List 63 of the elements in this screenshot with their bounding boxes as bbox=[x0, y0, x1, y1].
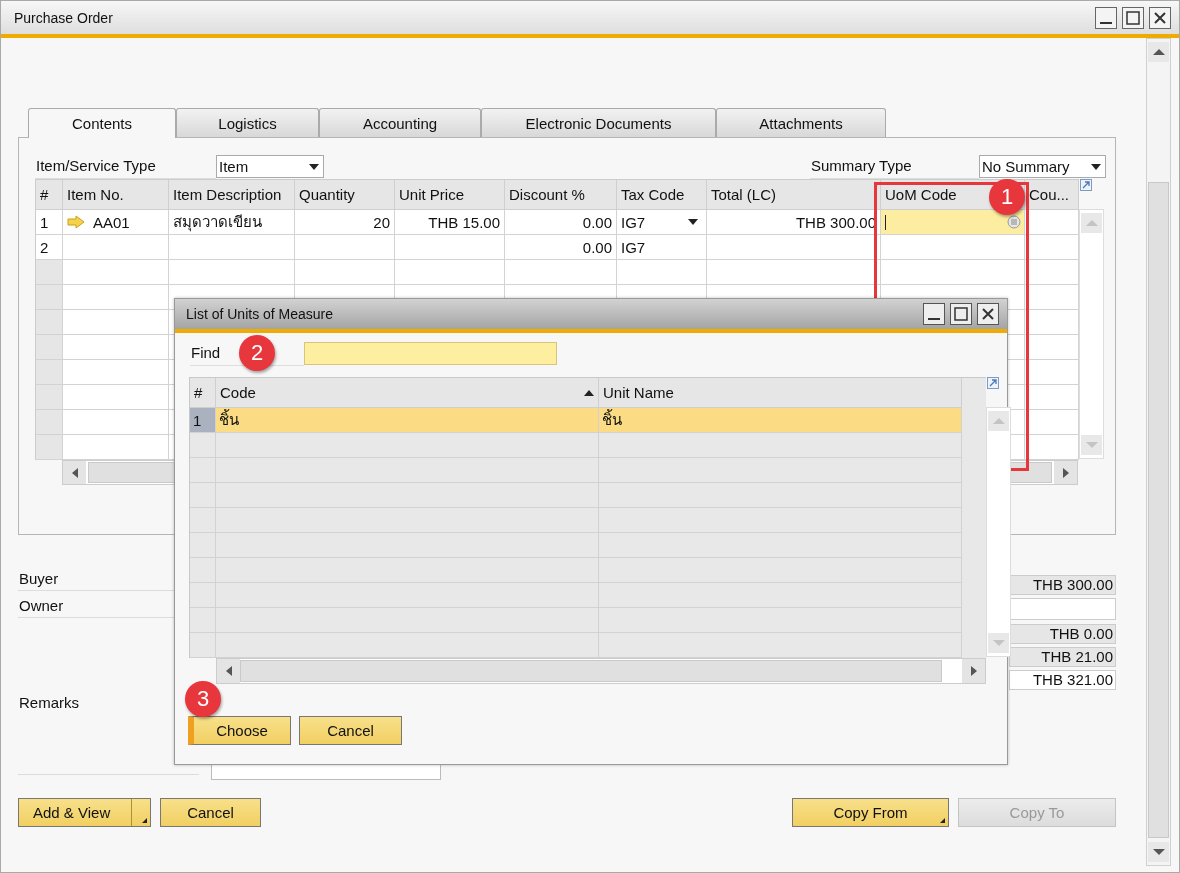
uom-input-field[interactable] bbox=[881, 210, 1025, 235]
cell-text: AA01 bbox=[93, 213, 130, 231]
table-cell: IG7 bbox=[617, 235, 707, 260]
vertical-scrollbar[interactable] bbox=[986, 407, 1011, 657]
field-label: Buyer bbox=[19, 569, 59, 587]
tab[interactable]: Accounting bbox=[319, 108, 481, 137]
table-cell[interactable]: ชิ้น bbox=[599, 408, 962, 433]
total-field[interactable] bbox=[1009, 598, 1116, 620]
tab[interactable]: Attachments bbox=[716, 108, 886, 137]
window-title: Purchase Order bbox=[14, 9, 113, 26]
column-header[interactable]: Unit Name bbox=[599, 378, 962, 408]
column-header[interactable]: Total (LC) bbox=[707, 180, 881, 210]
column-header[interactable]: # bbox=[190, 378, 216, 408]
table-cell[interactable]: ชิ้น bbox=[216, 408, 599, 433]
tab[interactable]: Contents bbox=[28, 108, 176, 138]
list-icon[interactable] bbox=[1007, 215, 1021, 229]
summary-dropdown[interactable]: No Summary bbox=[979, 155, 1106, 178]
link-arrow-icon[interactable] bbox=[67, 215, 85, 229]
tab[interactable]: Logistics bbox=[176, 108, 319, 137]
column-header[interactable]: Tax Code bbox=[617, 180, 707, 210]
expand-icon[interactable] bbox=[1080, 179, 1092, 191]
close-icon[interactable] bbox=[977, 303, 999, 325]
table-cell: 1 bbox=[36, 210, 63, 235]
vertical-scrollbar[interactable] bbox=[1146, 38, 1171, 866]
table-cell: 0.00 bbox=[505, 235, 617, 260]
minimize-icon[interactable] bbox=[1095, 6, 1117, 29]
table-cell: 20 bbox=[295, 210, 395, 235]
field-label: Remarks bbox=[19, 694, 79, 711]
horizontal-scrollbar[interactable] bbox=[216, 658, 986, 684]
table-cell[interactable]: 1 bbox=[190, 408, 216, 433]
action-button[interactable]: Copy From bbox=[792, 798, 949, 827]
vertical-scrollbar[interactable] bbox=[1079, 209, 1104, 459]
column-header[interactable]: Cou... bbox=[1025, 180, 1079, 210]
column-header[interactable]: Code bbox=[216, 378, 599, 408]
total-field[interactable]: THB 300.00 bbox=[1009, 575, 1116, 595]
cell-text: IG7 bbox=[621, 213, 646, 231]
column-header[interactable]: Unit Price bbox=[395, 180, 505, 210]
table-cell: สมุดวาดเขียน bbox=[169, 210, 295, 235]
type-dropdown[interactable]: Item bbox=[216, 155, 324, 178]
close-icon[interactable] bbox=[1149, 6, 1171, 29]
total-field[interactable]: THB 0.00 bbox=[1009, 624, 1116, 644]
find-input-field[interactable] bbox=[304, 342, 557, 365]
action-button[interactable]: Add & View bbox=[18, 798, 151, 827]
dialog-title: List of Units of Measure bbox=[186, 306, 334, 322]
total-field[interactable]: THB 21.00 bbox=[1009, 647, 1116, 667]
dropdown-arrow-icon[interactable] bbox=[688, 219, 698, 225]
table-cell: THB 15.00 bbox=[395, 210, 505, 235]
dialog-button[interactable]: Choose bbox=[188, 716, 291, 745]
column-header[interactable]: Quantity bbox=[295, 180, 395, 210]
expand-icon[interactable] bbox=[987, 377, 999, 389]
column-header[interactable]: # bbox=[36, 180, 63, 210]
column-header[interactable]: Item Description bbox=[169, 180, 295, 210]
dialog-button[interactable]: Cancel bbox=[299, 716, 402, 745]
column-header[interactable]: Item No. bbox=[63, 180, 169, 210]
maximize-icon[interactable] bbox=[950, 303, 972, 325]
maximize-icon[interactable] bbox=[1122, 6, 1144, 29]
total-field[interactable]: THB 321.00 bbox=[1009, 670, 1116, 690]
tab[interactable]: Electronic Documents bbox=[481, 108, 716, 137]
field-label: Owner bbox=[19, 596, 64, 614]
minimize-icon[interactable] bbox=[923, 303, 945, 325]
column-header[interactable]: Discount % bbox=[505, 180, 617, 210]
table-cell: 0.00 bbox=[505, 210, 617, 235]
action-button[interactable]: Cancel bbox=[160, 798, 261, 827]
